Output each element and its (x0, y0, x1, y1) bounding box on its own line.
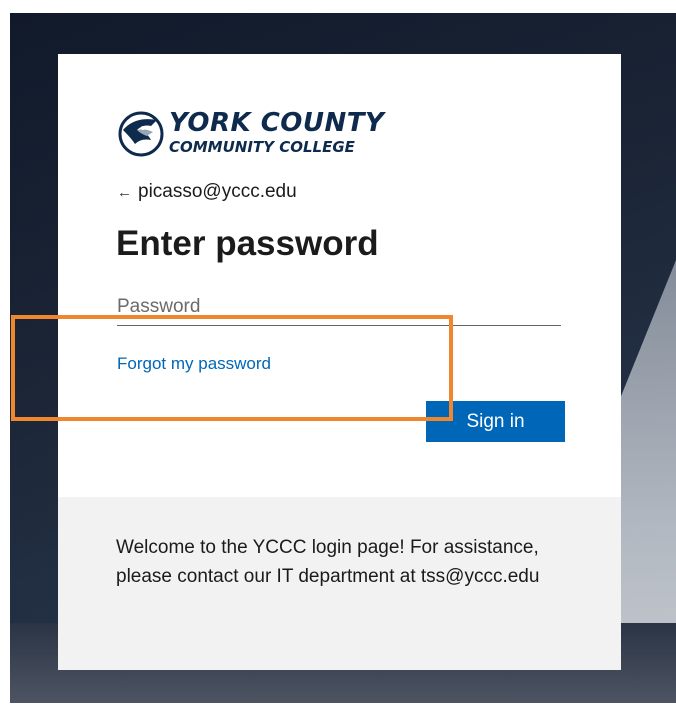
sign-in-button[interactable]: Sign in (426, 401, 565, 442)
logo-line-2: COMMUNITY COLLEGE (169, 138, 355, 156)
footer-panel: Welcome to the YCCC login page! For assi… (58, 497, 621, 670)
identity-back-link[interactable]: ← picasso@yccc.edu (117, 181, 297, 203)
page-title: Enter password (116, 224, 379, 263)
forgot-password-link[interactable]: Forgot my password (117, 354, 271, 374)
identity-email: picasso@yccc.edu (138, 181, 297, 202)
login-card: YORK COUNTY COMMUNITY COLLEGE ← picasso@… (58, 54, 621, 670)
password-input[interactable] (117, 289, 561, 326)
footer-message: Welcome to the YCCC login page! For assi… (116, 537, 540, 587)
college-logo: YORK COUNTY COMMUNITY COLLEGE (117, 108, 384, 160)
hawk-mascot-icon (118, 111, 164, 157)
left-arrow-icon: ← (117, 183, 132, 201)
logo-line-1: YORK COUNTY (169, 108, 385, 138)
